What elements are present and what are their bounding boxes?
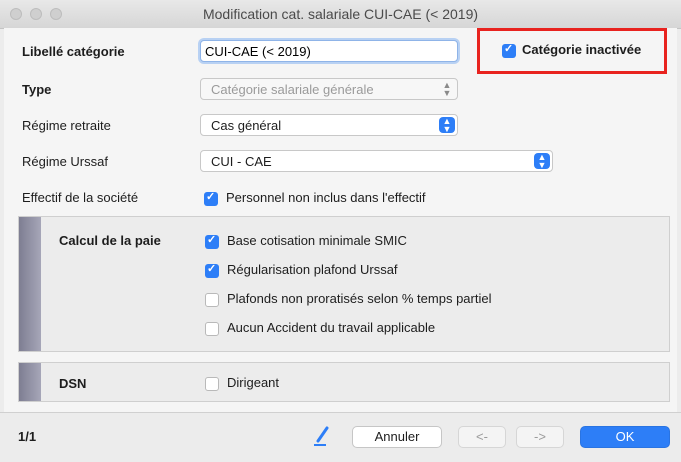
type-value: Catégorie salariale générale: [211, 82, 374, 97]
updown-chevron-icon: ▲ ▼: [442, 80, 452, 98]
cancel-button[interactable]: Annuler: [352, 426, 442, 448]
paie-option-checkbox[interactable]: [205, 322, 219, 336]
next-button[interactable]: ->: [516, 426, 564, 448]
paie-panel: Calcul de la paie Base cotisation minima…: [18, 216, 670, 352]
paie-option-label: Aucun Accident du travail applicable: [227, 320, 436, 335]
type-select: Catégorie salariale générale ▲ ▼: [200, 78, 458, 100]
panel-bar: [19, 363, 41, 401]
footer: 1/1 Annuler <- -> OK: [0, 412, 681, 462]
urssaf-value: CUI - CAE: [211, 154, 272, 169]
paie-option-checkbox[interactable]: [205, 262, 219, 278]
dsn-label: DSN: [59, 376, 87, 391]
form-area: Libellé catégorie Catégorie inactivée Ty…: [4, 28, 677, 412]
libelle-input[interactable]: [200, 40, 458, 62]
urssaf-label: Régime Urssaf: [22, 154, 108, 169]
updown-chevron-icon: ▲ ▼: [534, 153, 550, 170]
window-title: Modification cat. salariale CUI-CAE (< 2…: [202, 6, 479, 22]
paie-label: Calcul de la paie: [59, 233, 161, 248]
urssaf-select[interactable]: CUI - CAE ▲ ▼: [200, 150, 553, 172]
retraite-label: Régime retraite: [22, 118, 111, 133]
title-bar: Modification cat. salariale CUI-CAE (< 2…: [0, 0, 681, 29]
page-indicator: 1/1: [18, 429, 37, 444]
dsn-panel: DSN Dirigeant: [18, 362, 670, 402]
libelle-label: Libellé catégorie: [22, 44, 125, 59]
paie-option-checkbox[interactable]: [205, 293, 219, 307]
ok-button[interactable]: OK: [580, 426, 670, 448]
dirigeant-checkbox[interactable]: [205, 377, 219, 391]
paie-option-label: Base cotisation minimale SMIC: [227, 233, 407, 248]
type-label: Type: [22, 82, 52, 97]
pen-icon[interactable]: [312, 425, 330, 447]
previous-button[interactable]: <-: [458, 426, 506, 448]
dirigeant-label: Dirigeant: [227, 375, 280, 390]
effectif-checkbox[interactable]: [204, 190, 218, 206]
effectif-label: Effectif de la société: [22, 190, 139, 205]
paie-option-label: Régularisation plafond Urssaf: [227, 262, 398, 277]
effectif-option-label: Personnel non inclus dans l'effectif: [226, 190, 426, 205]
updown-chevron-icon: ▲ ▼: [439, 117, 455, 134]
paie-option-checkbox[interactable]: [205, 233, 219, 249]
panel-bar: [19, 217, 41, 351]
retraite-value: Cas général: [211, 118, 282, 133]
retraite-select[interactable]: Cas général ▲ ▼: [200, 114, 458, 136]
highlight-box: [477, 28, 667, 74]
paie-option-label: Plafonds non proratisés selon % temps pa…: [227, 291, 492, 306]
